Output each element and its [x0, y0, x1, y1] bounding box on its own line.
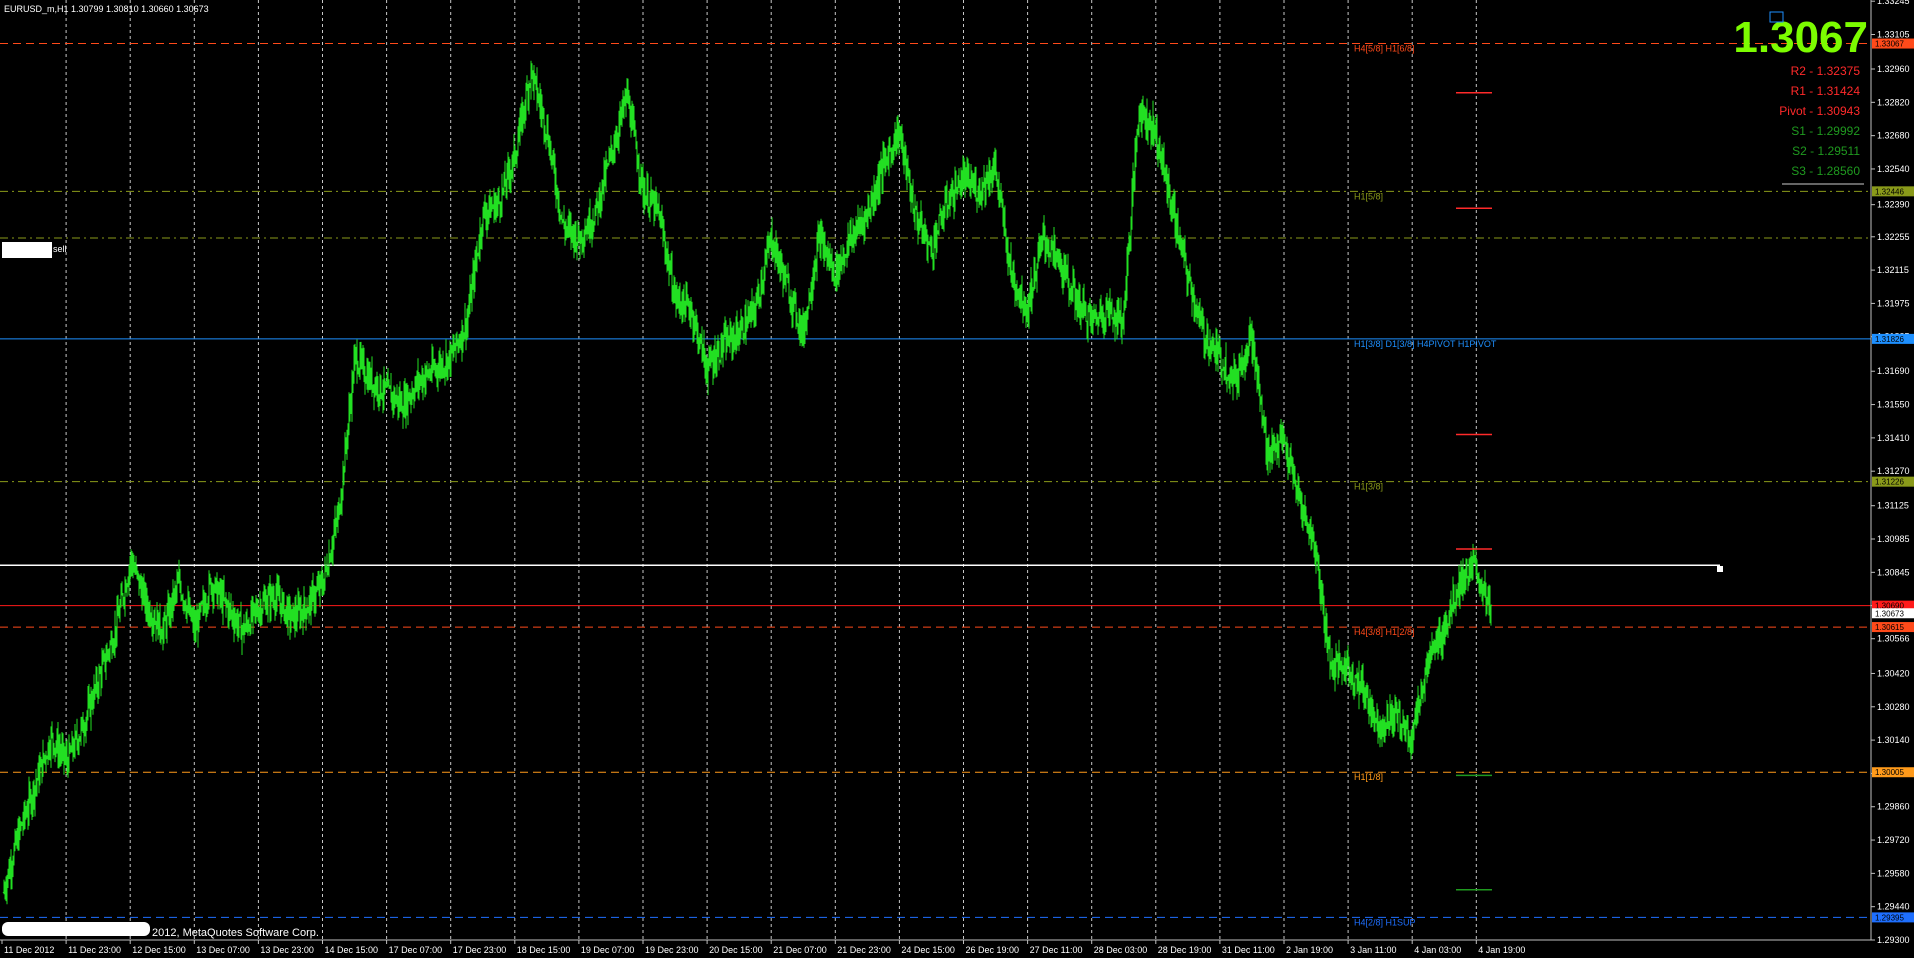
- y-tick-label: 1.32540: [1877, 164, 1910, 174]
- x-tick-label: 20 Dec 15:00: [709, 945, 763, 955]
- pivot-panel-s1: S1 - 1.29992: [1791, 124, 1860, 138]
- level-label: H4[3/8] H1[2/8]: [1354, 627, 1415, 637]
- y-tick-label: 1.30845: [1877, 567, 1910, 577]
- level-label: H1[3/8]: [1354, 482, 1383, 492]
- current-price-label: 1.30673: [1875, 609, 1904, 618]
- y-tick-label: 1.31410: [1877, 433, 1910, 443]
- copyright-redaction: [2, 922, 150, 936]
- x-tick-label: 19 Dec 23:00: [645, 945, 699, 955]
- x-tick-label: 21 Dec 07:00: [773, 945, 827, 955]
- y-tick-label: 1.29440: [1877, 902, 1910, 912]
- y-tick-label: 1.30280: [1877, 702, 1910, 712]
- pivot-panel-r1: R1 - 1.31424: [1791, 84, 1861, 98]
- price-tag-label: 1.31826: [1875, 335, 1904, 344]
- price-tag-label: 1.32446: [1875, 187, 1904, 196]
- copyright-text: 2012, MetaQuotes Software Corp.: [152, 927, 319, 939]
- line-handle[interactable]: [1717, 566, 1723, 572]
- x-tick-label: 28 Dec 19:00: [1158, 945, 1212, 955]
- x-tick-label: 14 Dec 15:00: [325, 945, 379, 955]
- y-tick-label: 1.30140: [1877, 735, 1910, 745]
- pivot-panel-s2: S2 - 1.29511: [1792, 144, 1860, 158]
- price-chart[interactable]: H4[5/8] H1[6/8] H1[5/8] H1[3/8] D1[3/8] H4…: [0, 0, 1914, 958]
- y-tick-label: 1.33105: [1877, 30, 1910, 40]
- x-tick-label: 18 Dec 15:00: [517, 945, 571, 955]
- x-tick-label: 11 Dec 2012: [4, 945, 54, 955]
- x-tick-label: 17 Dec 23:00: [453, 945, 507, 955]
- y-tick-label: 1.31690: [1877, 366, 1910, 376]
- x-tick-label: 4 Jan 19:00: [1478, 945, 1525, 955]
- y-tick-label: 1.32255: [1877, 232, 1910, 242]
- level-label: H4[2/8] H1SUP: [1354, 917, 1416, 927]
- x-tick-label: 19 Dec 07:00: [581, 945, 635, 955]
- y-tick-label: 1.30985: [1877, 534, 1910, 544]
- x-tick-label: 26 Dec 19:00: [966, 945, 1020, 955]
- y-tick-label: 1.29720: [1877, 835, 1910, 845]
- x-tick-label: 2 Jan 19:00: [1286, 945, 1333, 955]
- mt4-chart-window[interactable]: H4[5/8] H1[6/8] H1[5/8] H1[3/8] D1[3/8] H4…: [0, 0, 1914, 958]
- x-tick-label: 3 Jan 11:00: [1350, 945, 1396, 955]
- sell-label: sell: [53, 244, 67, 254]
- price-tag-label: 1.29395: [1875, 913, 1904, 922]
- big-price-display: 1.3067: [1733, 13, 1868, 62]
- y-tick-label: 1.30566: [1877, 634, 1910, 644]
- price-tag-label: 1.30005: [1875, 768, 1904, 777]
- sell-marker-bar[interactable]: [2, 242, 52, 258]
- x-tick-label: 12 Dec 15:00: [132, 945, 186, 955]
- x-tick-label: 4 Jan 03:00: [1414, 945, 1461, 955]
- y-tick-label: 1.31975: [1877, 298, 1910, 308]
- pivot-panel-s3: S3 - 1.28560: [1791, 164, 1860, 178]
- x-tick-label: 17 Dec 07:00: [389, 945, 443, 955]
- y-tick-label: 1.29580: [1877, 868, 1910, 878]
- level-label: H1[5/8]: [1354, 191, 1383, 201]
- x-tick-label: 28 Dec 03:00: [1094, 945, 1148, 955]
- pivot-panel-r2: R2 - 1.32375: [1791, 64, 1861, 78]
- y-tick-label: 1.30420: [1877, 668, 1910, 678]
- y-tick-label: 1.32115: [1877, 265, 1909, 275]
- x-tick-label: 31 Dec 11:00: [1222, 945, 1275, 955]
- x-tick-label: 13 Dec 07:00: [196, 945, 250, 955]
- chart-background: [0, 0, 1914, 958]
- x-tick-label: 13 Dec 23:00: [260, 945, 314, 955]
- level-label: H1[3/8] D1[3/8] H4PIVOT H1PIVOT: [1354, 339, 1497, 349]
- level-label: H1[1/8]: [1354, 772, 1383, 782]
- y-tick-label: 1.32820: [1877, 97, 1910, 107]
- x-tick-label: 21 Dec 23:00: [837, 945, 891, 955]
- y-tick-label: 1.31125: [1877, 501, 1909, 511]
- price-tag-label: 1.31226: [1875, 478, 1904, 487]
- y-tick-label: 1.32680: [1877, 131, 1910, 141]
- y-tick-label: 1.31550: [1877, 400, 1910, 410]
- y-tick-label: 1.32960: [1877, 64, 1910, 74]
- symbol-header: EURUSD_m,H1 1.30799 1.30810 1.30660 1.30…: [4, 4, 209, 14]
- x-tick-label: 24 Dec 15:00: [901, 945, 955, 955]
- y-tick-label: 1.32390: [1877, 200, 1910, 210]
- y-tick-label: 1.31270: [1877, 466, 1910, 476]
- y-tick-label: 1.33245: [1877, 0, 1910, 6]
- price-tag-label: 1.30615: [1875, 623, 1904, 632]
- x-tick-label: 27 Dec 11:00: [1030, 945, 1083, 955]
- price-tag-label: 1.33067: [1875, 40, 1904, 49]
- x-tick-label: 11 Dec 23:00: [68, 945, 121, 955]
- y-tick-label: 1.29300: [1877, 935, 1910, 945]
- level-label: H4[5/8] H1[6/8]: [1354, 44, 1415, 54]
- y-tick-label: 1.29860: [1877, 802, 1910, 812]
- pivot-panel-pivot: Pivot - 1.30943: [1779, 104, 1860, 118]
